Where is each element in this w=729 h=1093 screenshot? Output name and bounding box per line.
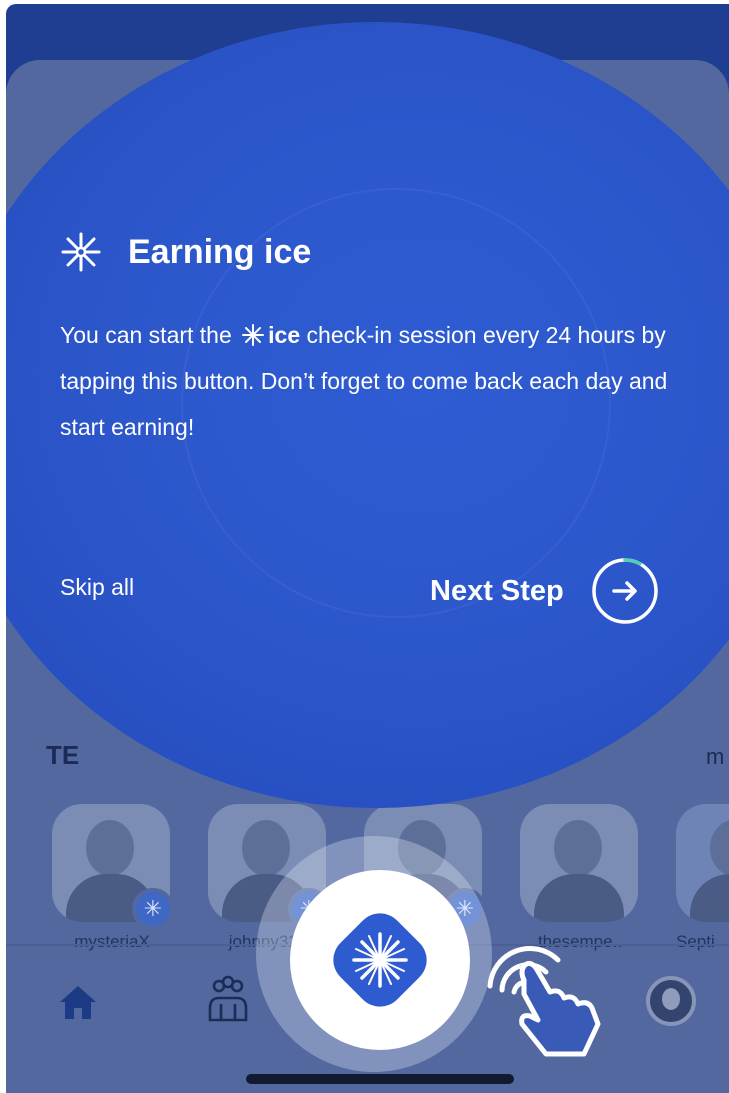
phone-frame: C TE m ✳ mysteriaX ✳ johnny327 ✳ pongi t… bbox=[6, 4, 729, 1093]
team-section-label: TE bbox=[46, 740, 80, 770]
member-name: mysteriaX bbox=[74, 932, 150, 951]
tooltip-body-ice: ice bbox=[268, 322, 301, 348]
tooltip-body: You can start the ice check-in session e… bbox=[60, 312, 700, 450]
ice-checkin-button[interactable] bbox=[320, 900, 440, 1020]
next-step-label: Next Step bbox=[430, 574, 564, 607]
tap-hand-icon bbox=[487, 945, 601, 1057]
member-name: Septi bbox=[676, 932, 715, 951]
screen: C TE m ✳ mysteriaX ✳ johnny327 ✳ pongi t… bbox=[0, 0, 729, 1093]
home-icon[interactable] bbox=[58, 982, 98, 1022]
team-section-link-fragment: m bbox=[706, 744, 725, 769]
ice-inline-icon bbox=[242, 324, 265, 346]
ice-badge-icon: ✳ bbox=[132, 888, 174, 930]
skip-all-button[interactable]: Skip all bbox=[60, 574, 134, 601]
member-photo bbox=[676, 804, 729, 922]
member-photo bbox=[520, 804, 638, 922]
profile-avatar-icon[interactable] bbox=[646, 976, 696, 1026]
home-indicator bbox=[246, 1074, 514, 1084]
team-member-card[interactable]: Septi bbox=[676, 804, 729, 952]
next-step-button[interactable]: Next Step bbox=[430, 556, 660, 626]
team-icon[interactable] bbox=[202, 974, 254, 1026]
tooltip-title: Earning ice bbox=[128, 232, 312, 271]
team-member-card[interactable]: ✳ mysteriaX bbox=[52, 804, 174, 952]
tooltip-body-start: You can start the bbox=[60, 322, 232, 348]
arrow-right-icon[interactable] bbox=[590, 556, 660, 626]
ice-snowflake-icon bbox=[61, 232, 101, 272]
tooltip-header: Earning ice bbox=[60, 224, 311, 280]
